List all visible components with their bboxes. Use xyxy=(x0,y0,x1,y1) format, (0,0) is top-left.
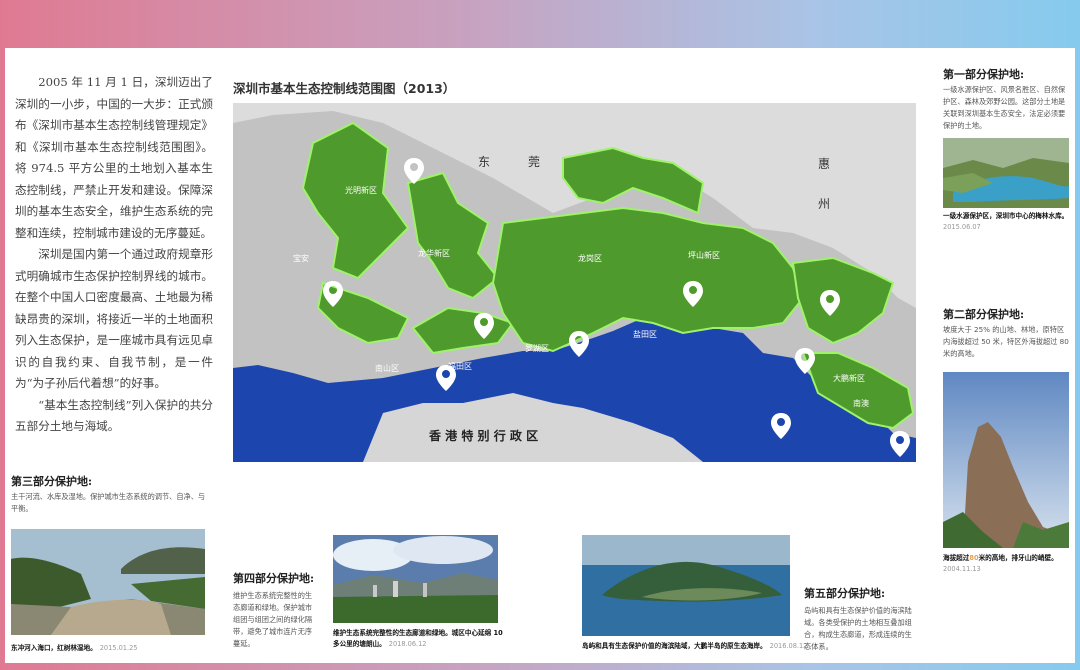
caption-text: 东冲河入海口，红树林湿地。 xyxy=(11,644,97,652)
part4-photo xyxy=(333,535,498,623)
part1-photo xyxy=(943,138,1069,208)
ecological-control-line-map: 东 莞 惠 州 香 港 特 别 行 政 区 光明新区 宝安 龙华新区 龙岗区 坪… xyxy=(233,103,916,462)
part4-title: 第四部分保护地: xyxy=(233,572,315,585)
label-district: 光明新区 xyxy=(345,186,377,195)
part1-caption: 一级水源保护区，深圳市中心的梅林水库。 xyxy=(943,210,1073,220)
intro-paragraph: 深圳是国内第一个通过政府规章形式明确城市生态保护控制界线的城市。在整个中国人口密… xyxy=(15,247,213,390)
part2-caption: 海拔超过80米的高地，排牙山的峭壁。 xyxy=(943,552,1073,562)
caption-number: 80 xyxy=(969,554,979,562)
label-district: 南山区 xyxy=(375,364,399,373)
caption-text: 海拔超过 xyxy=(943,554,970,562)
part3-title: 第三部分保护地: xyxy=(11,475,93,488)
part5-title: 第五部分保护地: xyxy=(804,587,886,600)
label-huizhou: 惠 xyxy=(818,157,831,171)
label-dongguan: 东 xyxy=(478,155,491,169)
label-district: 坪山新区 xyxy=(688,251,720,260)
intro-paragraph: “基本生态控制线”列入保护的共分五部分土地与海域。 xyxy=(15,397,213,434)
caption-date: 2015.01.25 xyxy=(99,644,138,652)
caption-text: 米的高地，排牙山的峭壁。 xyxy=(978,554,1058,562)
label-dongguan: 莞 xyxy=(528,155,541,169)
part1-title: 第一部分保护地: xyxy=(943,68,1025,81)
caption-date: 2018.06.12 xyxy=(388,640,427,648)
part1-text: 一级水源保护区、风景名胜区、自然保护区、森林及郊野公园。这部分土地是关联到深圳基… xyxy=(943,85,1066,130)
part2-text: 坡度大于 25% 的山地、林地，原特区内海拔超过 50 米，特区外海拔超过 80… xyxy=(943,325,1069,358)
label-huizhou: 州 xyxy=(818,197,831,211)
intro-text: 2005 年 11 月 1 日，深圳迈出了深圳的一小步，中国的一大步：正式颁布《… xyxy=(15,72,213,438)
label-district: 福田区 xyxy=(448,362,472,371)
part3-photo xyxy=(11,529,205,635)
label-district: 龙华新区 xyxy=(418,249,450,258)
part5-text: 岛屿和具有生态保护价值的海滨陆域。各类受保护的土地相互叠加组合，构成生态廊道，形… xyxy=(804,606,912,651)
caption-text: 岛屿和具有生态保护价值的海滨陆域，大鹏半岛的原生态海岸。 xyxy=(582,642,767,650)
page: 2005 年 11 月 1 日，深圳迈出了深圳的一小步，中国的一大步：正式颁布《… xyxy=(5,48,1075,663)
part1-date: 2015.06.07 xyxy=(943,223,981,231)
label-district: 大鹏新区 xyxy=(833,374,865,383)
label-district: 罗湖区 xyxy=(525,344,549,353)
label-hong-kong: 香 港 特 别 行 政 区 xyxy=(429,429,539,443)
part2-date: 2004.11.13 xyxy=(943,565,981,573)
intro-paragraph: 2005 年 11 月 1 日，深圳迈出了深圳的一小步，中国的一大步：正式颁布《… xyxy=(15,75,213,240)
part3-text: 主干河流、水库及湿地。保护城市生态系统的调节、自净、与平衡。 xyxy=(11,492,206,513)
part2-photo xyxy=(943,372,1069,548)
label-district: 宝安 xyxy=(293,254,309,263)
caption-text: 一级水源保护区，深圳市中心的梅林水库。 xyxy=(943,212,1069,220)
map-title: 深圳市基本生态控制线范围图（2013） xyxy=(233,81,456,96)
part2-title: 第二部分保护地: xyxy=(943,308,1025,321)
label-district: 南澳 xyxy=(853,399,869,408)
label-district: 龙岗区 xyxy=(578,254,602,263)
part5-photo xyxy=(582,535,790,636)
part5-caption: 岛屿和具有生态保护价值的海滨陆域，大鹏半岛的原生态海岸。 2016.08.12 xyxy=(582,640,812,650)
label-district: 盐田区 xyxy=(633,330,657,339)
caption-date: 2016.08.12 xyxy=(769,642,808,650)
part4-text: 维护生态系统完整性的生态廊道和绿地。保护城市组团与组团之间的绿化隔带，避免了城市… xyxy=(233,591,313,648)
part4-caption: 维护生态系统完整性的生态廊道和绿地。城区中心延绵 10 多公里的塘朗山。 2018… xyxy=(333,628,503,650)
part3-caption: 东冲河入海口，红树林湿地。 2015.01.25 xyxy=(11,642,211,652)
